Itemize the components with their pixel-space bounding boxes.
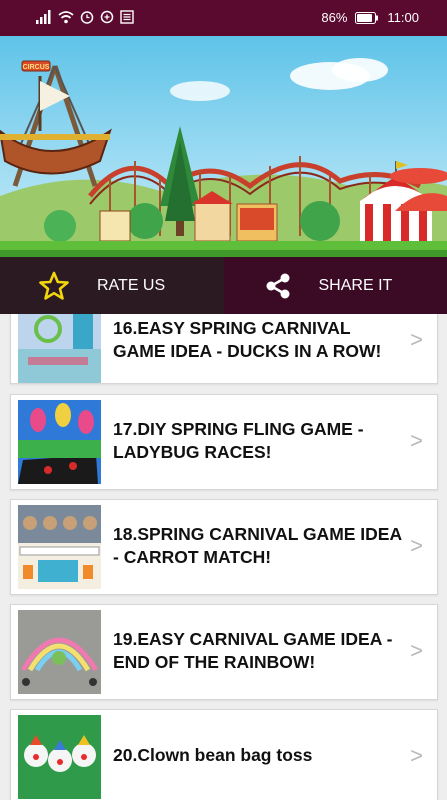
list-item-thumbnail: [18, 400, 101, 484]
list-item[interactable]: 17.DIY SPRING FLING GAME - LADYBUG RACES…: [10, 394, 438, 490]
share-it-label: SHARE IT: [318, 276, 393, 294]
list-item-title: 18.SPRING CARNIVAL GAME IDEA - CARROT MA…: [113, 524, 402, 567]
list-item[interactable]: 18.SPRING CARNIVAL GAME IDEA - CARROT MA…: [10, 499, 438, 595]
alarm-icon: [80, 11, 94, 24]
list-item-title: 20.Clown bean bag toss: [113, 745, 313, 765]
chevron-right-icon: >: [410, 428, 423, 453]
clock: 11:00: [387, 10, 419, 25]
list-item-thumbnail: [18, 715, 101, 799]
chevron-right-icon: >: [410, 638, 423, 663]
chevron-right-icon: >: [410, 533, 423, 558]
list-item-title: 19.EASY CARNIVAL GAME IDEA - END OF THE …: [113, 629, 393, 672]
status-icons-left: [36, 10, 134, 24]
rate-us-button[interactable]: RATE US: [0, 257, 224, 314]
news-icon: [120, 10, 134, 24]
action-bar: RATE US SHARE IT: [0, 257, 447, 314]
chevron-right-icon: >: [410, 327, 423, 352]
game-list[interactable]: 16.EASY SPRING CARNIVAL GAME IDEA - DUCK…: [0, 314, 447, 800]
status-icons-right: 86% 11:00: [321, 10, 419, 25]
list-item-thumbnail: [18, 314, 101, 383]
chevron-right-icon: >: [410, 743, 423, 768]
list-item[interactable]: 16.EASY SPRING CARNIVAL GAME IDEA - DUCK…: [10, 314, 438, 384]
wifi-icon: [58, 11, 74, 24]
list-item-title: 17.DIY SPRING FLING GAME - LADYBUG RACES…: [113, 419, 364, 462]
list-item-title: 16.EASY SPRING CARNIVAL GAME IDEA - DUCK…: [113, 318, 382, 361]
share-it-button[interactable]: SHARE IT: [223, 257, 447, 314]
sync-icon: [100, 10, 114, 24]
share-icon: [260, 268, 296, 304]
battery-icon: [355, 11, 379, 24]
list-item[interactable]: 20.Clown bean bag toss >: [10, 709, 438, 800]
list-item-thumbnail: [18, 610, 101, 694]
signal-icon: [36, 10, 51, 24]
list-item-thumbnail: [18, 505, 101, 589]
carnival-banner-image: CIRCUS: [0, 36, 447, 257]
status-bar: 86% 11:00: [0, 0, 447, 36]
rate-us-label: RATE US: [97, 276, 166, 294]
battery-percent: 86%: [321, 10, 348, 25]
list-item[interactable]: 19.EASY CARNIVAL GAME IDEA - END OF THE …: [10, 604, 438, 700]
star-outline-icon: [36, 268, 72, 304]
banner-sign-text: CIRCUS: [23, 64, 50, 71]
